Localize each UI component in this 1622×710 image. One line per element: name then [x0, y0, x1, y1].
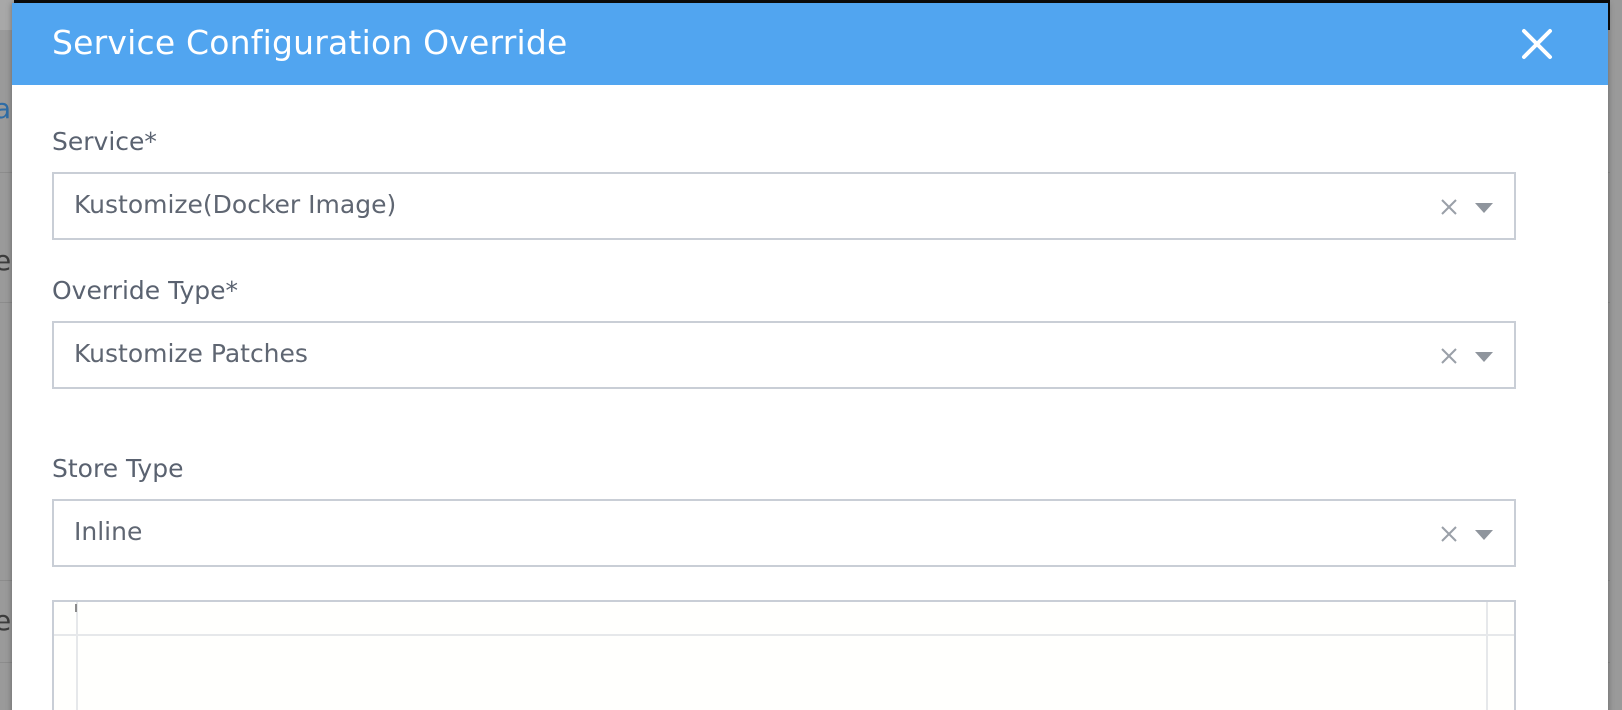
service-select[interactable]: Kustomize(Docker Image)	[52, 172, 1516, 240]
background-text-fragment: e	[0, 244, 12, 277]
store-type-select[interactable]: Inline	[52, 499, 1516, 567]
editor-gutter	[54, 602, 78, 710]
override-type-label: Override Type*	[52, 276, 239, 305]
background-text-fragment: a	[0, 92, 12, 125]
background-text-fragment: e	[0, 604, 12, 637]
dialog-header: Service Configuration Override	[12, 3, 1608, 85]
store-type-label: Store Type	[52, 454, 184, 483]
override-type-select-value: Kustomize Patches	[74, 339, 308, 368]
dialog-title: Service Configuration Override	[52, 23, 568, 62]
clear-icon[interactable]	[1438, 523, 1460, 545]
clear-icon[interactable]	[1438, 345, 1460, 367]
store-type-select-value: Inline	[74, 517, 143, 546]
editor-cursor	[75, 604, 77, 612]
clear-icon[interactable]	[1438, 196, 1460, 218]
inline-patch-editor[interactable]	[52, 600, 1516, 710]
service-configuration-override-dialog: Service Configuration Override Service* …	[12, 3, 1608, 710]
editor-scrollbar[interactable]	[1486, 602, 1514, 710]
caret-down-icon[interactable]	[1474, 202, 1494, 214]
override-type-select[interactable]: Kustomize Patches	[52, 321, 1516, 389]
background-right-edge	[1610, 0, 1622, 710]
editor-first-line[interactable]	[54, 602, 1514, 636]
service-label: Service*	[52, 127, 157, 156]
close-button[interactable]	[1518, 25, 1556, 63]
caret-down-icon[interactable]	[1474, 529, 1494, 541]
close-icon	[1522, 29, 1552, 59]
service-select-value: Kustomize(Docker Image)	[74, 190, 397, 219]
caret-down-icon[interactable]	[1474, 351, 1494, 363]
